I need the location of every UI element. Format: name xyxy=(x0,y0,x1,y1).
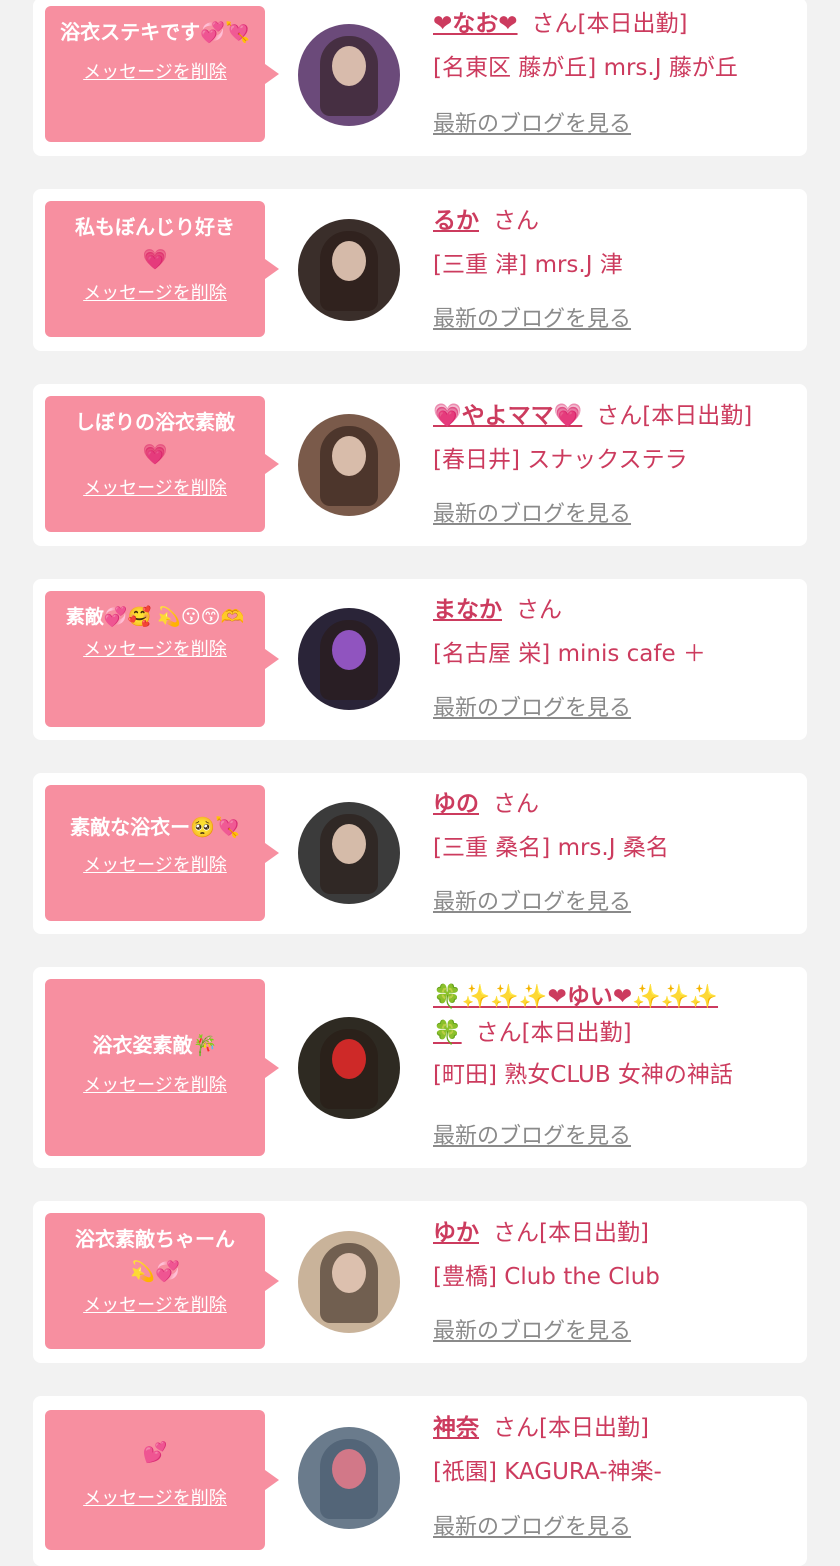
shop-info: [三重 津] mrs.J 津 xyxy=(433,252,623,278)
message-card: 浴衣素敵ちゃーん 💫💞 メッセージを削除 ゆか さん[本日出勤] [豊橋] Club… xyxy=(33,1201,807,1363)
girl-name-link[interactable]: ❤なお❤ xyxy=(433,11,518,37)
message-text: しぼりの浴衣素敵 💗 xyxy=(75,410,235,466)
girl-name-link[interactable]: 💗やよママ💗 xyxy=(433,403,582,429)
girl-name-link[interactable]: 🍀✨✨✨❤ゆい❤✨✨✨ xyxy=(433,984,718,1010)
latest-blog-link[interactable]: 最新のブログを見る xyxy=(433,695,631,723)
girl-name-link[interactable]: 神奈 xyxy=(433,1415,479,1441)
avatar[interactable] xyxy=(298,24,400,126)
latest-blog-link[interactable]: 最新のブログを見る xyxy=(433,1514,631,1542)
delete-message-link[interactable]: メッセージを削除 xyxy=(53,62,257,84)
shop-info: [三重 桑名] mrs.J 桑名 xyxy=(433,835,669,861)
name-suffix: さん[本日出勤] xyxy=(531,11,688,37)
message-text: 素敵な浴衣ー🥺💘 xyxy=(70,815,240,839)
shop-info: [名古屋 栄] minis cafe ＋ xyxy=(433,641,706,667)
shop-info: [豊橋] Club the Club xyxy=(433,1264,660,1290)
message-card: 素敵💞🥰 💫😗😙🫶 メッセージを削除 まなか さん [名古屋 栄] minis c… xyxy=(33,579,807,740)
latest-blog-link[interactable]: 最新のブログを見る xyxy=(433,111,631,139)
delete-message-link[interactable]: メッセージを削除 xyxy=(53,1295,257,1317)
name-suffix: さん[本日出勤] xyxy=(493,1220,649,1246)
message-bubble: 素敵な浴衣ー🥺💘 メッセージを削除 xyxy=(45,785,279,921)
girl-name-link-cont[interactable]: 🍀 xyxy=(433,1020,462,1046)
girl-name-link[interactable]: ゆの xyxy=(433,791,479,817)
message-text: 浴衣ステキです💞💘 xyxy=(60,20,250,44)
message-bubble: 浴衣姿素敵🎋 メッセージを削除 xyxy=(45,979,279,1156)
delete-message-link[interactable]: メッセージを削除 xyxy=(53,478,257,500)
message-card: しぼりの浴衣素敵 💗 メッセージを削除 💗やよママ💗 さん[本日出勤] [春日井] … xyxy=(33,384,807,546)
message-text: 💕 xyxy=(142,1440,168,1464)
message-bubble: 私もぼんじり好き 💗 メッセージを削除 xyxy=(45,201,279,337)
name-suffix: さん xyxy=(516,597,562,623)
shop-info: [春日井] スナックステラ xyxy=(433,447,688,473)
message-bubble: 浴衣ステキです💞💘 メッセージを削除 xyxy=(45,6,279,142)
message-text: 浴衣姿素敵🎋 xyxy=(92,1033,218,1057)
name-suffix: さん[本日出勤] xyxy=(475,1020,632,1046)
avatar[interactable] xyxy=(298,219,400,321)
avatar[interactable] xyxy=(298,1231,400,1333)
shop-info: [祇園] KAGURA-神楽- xyxy=(433,1459,662,1485)
message-bubble: 浴衣素敵ちゃーん 💫💞 メッセージを削除 xyxy=(45,1213,279,1349)
message-bubble: しぼりの浴衣素敵 💗 メッセージを削除 xyxy=(45,396,279,532)
delete-message-link[interactable]: メッセージを削除 xyxy=(53,283,257,305)
girl-name-link[interactable]: まなか xyxy=(433,597,502,623)
message-card: 私もぼんじり好き 💗 メッセージを削除 るか さん [三重 津] mrs.J 津 最… xyxy=(33,189,807,351)
latest-blog-link[interactable]: 最新のブログを見る xyxy=(433,889,631,917)
delete-message-link[interactable]: メッセージを削除 xyxy=(53,1075,257,1097)
delete-message-link[interactable]: メッセージを削除 xyxy=(53,639,257,661)
message-card: 💕 メッセージを削除 神奈 さん[本日出勤] [祇園] KAGURA-神楽- 最新… xyxy=(33,1396,807,1566)
name-suffix: さん[本日出勤] xyxy=(596,403,753,429)
message-card: 浴衣ステキです💞💘 メッセージを削除 ❤なお❤ さん[本日出勤] [名東区 藤が丘… xyxy=(33,0,807,156)
message-text: 私もぼんじり好き 💗 xyxy=(75,215,235,271)
latest-blog-link[interactable]: 最新のブログを見る xyxy=(433,306,631,334)
delete-message-link[interactable]: メッセージを削除 xyxy=(53,1488,257,1510)
message-text: 素敵💞🥰 💫😗😙🫶 xyxy=(65,606,245,628)
shop-info: [町田] 熟女CLUB 女神の神話 xyxy=(433,1062,733,1088)
avatar[interactable] xyxy=(298,1017,400,1119)
message-text: 浴衣素敵ちゃーん 💫💞 xyxy=(75,1227,235,1283)
avatar[interactable] xyxy=(298,608,400,710)
name-suffix: さん xyxy=(493,791,539,817)
latest-blog-link[interactable]: 最新のブログを見る xyxy=(433,1123,631,1151)
avatar[interactable] xyxy=(298,414,400,516)
name-suffix: さん xyxy=(493,208,539,234)
message-card: 浴衣姿素敵🎋 メッセージを削除 🍀✨✨✨❤ゆい❤✨✨✨ 🍀 さん[本日出勤] [町… xyxy=(33,967,807,1168)
name-suffix: さん[本日出勤] xyxy=(493,1415,649,1441)
message-bubble: 💕 メッセージを削除 xyxy=(45,1410,279,1550)
shop-info: [名東区 藤が丘] mrs.J 藤が丘 xyxy=(433,55,738,81)
girl-name-link[interactable]: ゆか xyxy=(433,1220,479,1246)
latest-blog-link[interactable]: 最新のブログを見る xyxy=(433,1318,631,1346)
message-bubble: 素敵💞🥰 💫😗😙🫶 メッセージを削除 xyxy=(45,591,279,727)
message-card: 素敵な浴衣ー🥺💘 メッセージを削除 ゆの さん [三重 桑名] mrs.J 桑名 … xyxy=(33,773,807,934)
girl-name-link[interactable]: るか xyxy=(433,208,479,234)
avatar[interactable] xyxy=(298,802,400,904)
avatar[interactable] xyxy=(298,1427,400,1529)
delete-message-link[interactable]: メッセージを削除 xyxy=(53,855,257,877)
latest-blog-link[interactable]: 最新のブログを見る xyxy=(433,501,631,529)
